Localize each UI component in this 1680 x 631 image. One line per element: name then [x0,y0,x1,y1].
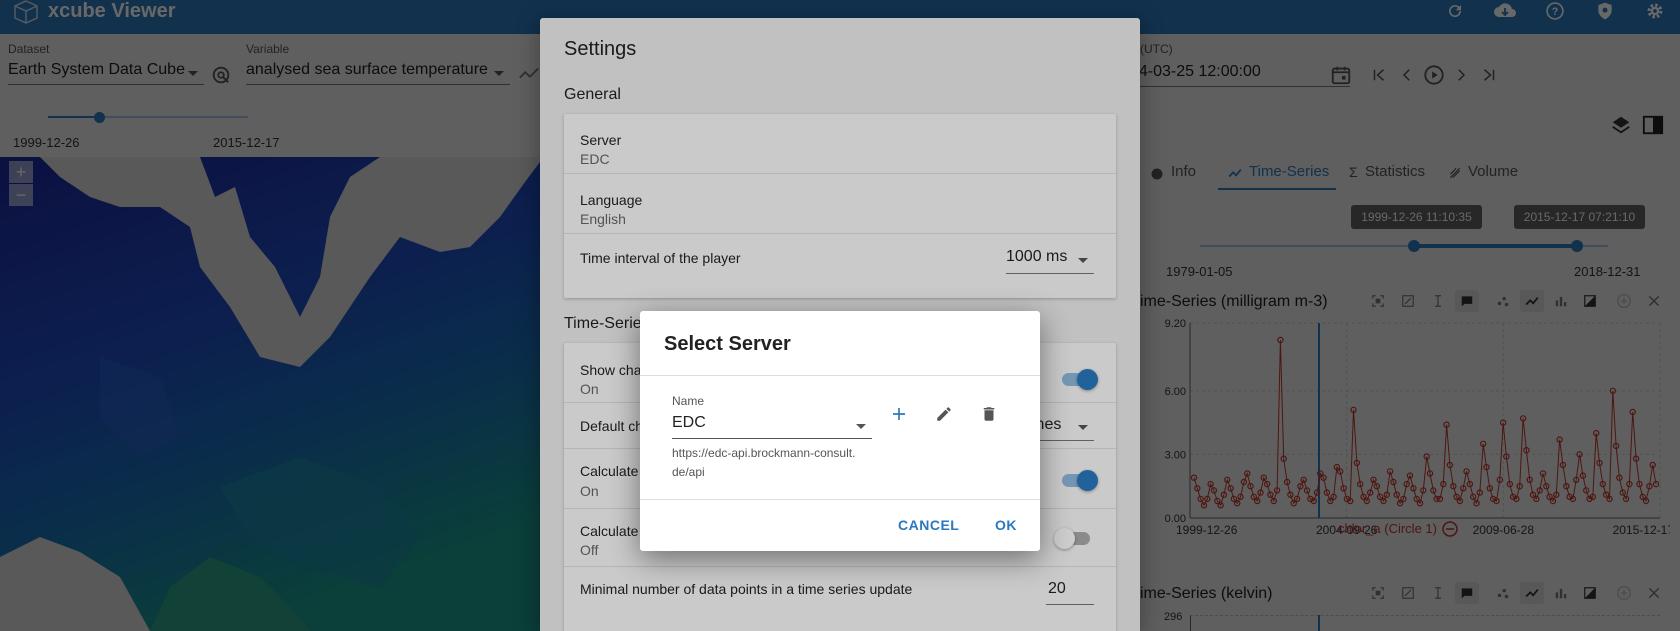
delete-server-icon[interactable] [974,399,1004,429]
dialog-divider-top [640,375,1040,376]
select-server-dialog: Select Server Name EDC https://edc-api.b… [640,311,1040,551]
add-server-icon[interactable] [884,399,914,429]
server-url: https://edc-api.brockmann-consult.de/api [672,446,856,479]
server-name-value: EDC [672,414,706,431]
server-name-select[interactable]: EDC [672,411,872,439]
server-name-label: Name [672,394,705,408]
chevron-down-icon [856,424,866,429]
cancel-button[interactable]: CANCEL [898,517,959,533]
select-server-title: Select Server [664,333,791,355]
dialog-divider-bottom [640,499,1040,500]
edit-server-icon[interactable] [929,399,959,429]
ok-button[interactable]: OK [995,517,1017,533]
